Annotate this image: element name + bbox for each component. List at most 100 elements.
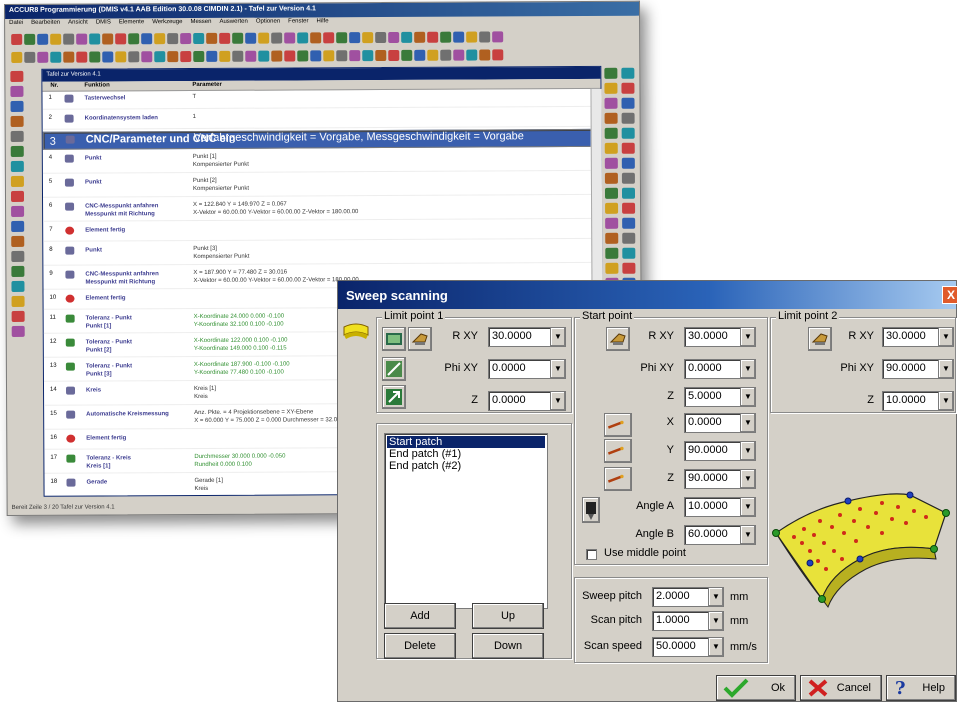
toolbar-tool-icon[interactable] [24, 33, 36, 45]
chevron-down-icon[interactable]: ▼ [708, 587, 724, 607]
toolbox-tool-icon[interactable] [604, 157, 618, 169]
patch-list[interactable]: Start patch End patch (#1) End patch (#2) [384, 433, 548, 609]
toolbox-tool-icon[interactable] [621, 157, 635, 169]
toolbar-tool-icon[interactable] [128, 32, 140, 44]
toolbox-tool-icon[interactable] [604, 172, 618, 184]
toolbar-tool-icon[interactable] [271, 32, 283, 44]
bg-menu-item[interactable]: Ansicht [68, 20, 88, 26]
toolbar-tool-icon[interactable] [492, 30, 504, 42]
patch-list-item[interactable]: End patch (#2) [387, 460, 463, 472]
start-x-select[interactable]: 0.0000 [684, 413, 740, 433]
toolbox-tool-icon[interactable] [10, 145, 24, 157]
cancel-button[interactable]: Cancel [800, 675, 882, 701]
toolbar-tool-icon[interactable] [414, 31, 426, 43]
toolbar-tool-icon[interactable] [180, 50, 192, 62]
program-row[interactable]: 1 Tasterwechsel T [42, 88, 591, 110]
toolbar-tool-icon[interactable] [154, 50, 166, 62]
chevron-down-icon[interactable]: ▼ [740, 327, 756, 347]
delete-button[interactable]: Delete [384, 633, 456, 659]
chevron-down-icon[interactable]: ▼ [550, 359, 566, 379]
sweep-pitch-select[interactable]: 2.0000 [652, 587, 708, 607]
toolbox-tool-icon[interactable] [621, 187, 636, 199]
toolbar-tool-icon[interactable] [167, 32, 179, 44]
bg-menu-item[interactable]: Fenster [288, 18, 308, 24]
toolbar-tool-icon[interactable] [453, 31, 465, 43]
sweep-mode-icon[interactable] [342, 321, 370, 343]
toolbar-tool-icon[interactable] [11, 51, 23, 63]
toolbox-tool-icon[interactable] [10, 85, 24, 97]
toolbar-tool-icon[interactable] [297, 31, 309, 43]
toolbar-tool-icon[interactable] [284, 49, 296, 62]
toolbar-tool-icon[interactable] [453, 49, 465, 61]
chevron-down-icon[interactable]: ▼ [938, 327, 954, 347]
toolbar-tool-icon[interactable] [271, 50, 283, 62]
toolbar-tool-icon[interactable] [63, 33, 75, 45]
toolbar-tool-icon[interactable] [427, 49, 439, 61]
toolbox-tool-icon[interactable] [10, 115, 24, 127]
toolbar-tool-icon[interactable] [141, 32, 153, 44]
bg-menu-item[interactable]: DMIS [96, 19, 111, 25]
scan-speed-select[interactable]: 50.0000 [652, 637, 708, 657]
toolbar-tool-icon[interactable] [102, 50, 114, 62]
surface-icon[interactable] [382, 357, 406, 381]
ok-button[interactable]: Ok [716, 675, 796, 701]
chevron-down-icon[interactable]: ▼ [740, 525, 756, 545]
toolbar-tool-icon[interactable] [427, 31, 439, 43]
toolbar-tool-icon[interactable] [440, 31, 452, 43]
toolbox-tool-icon[interactable] [605, 202, 619, 214]
start-z2-select[interactable]: 90.0000 [684, 469, 740, 489]
toolbox-tool-icon[interactable] [11, 325, 25, 337]
limit1-z-select[interactable]: 0.0000 [488, 391, 550, 411]
arrow-icon[interactable] [382, 385, 406, 409]
close-button[interactable]: X [942, 286, 957, 304]
toolbox-tool-icon[interactable] [604, 67, 618, 79]
chevron-down-icon[interactable]: ▼ [740, 469, 756, 489]
toolbox-tool-icon[interactable] [621, 127, 635, 139]
toolbox-tool-icon[interactable] [605, 217, 619, 229]
program-row[interactable]: 3 CNC/Parameter und CNC ein Verfahrgeschwi… [42, 128, 591, 150]
toolbar-tool-icon[interactable] [76, 51, 88, 63]
toolbar-tool-icon[interactable] [193, 32, 205, 44]
bg-menu-item[interactable]: Auswerten [219, 19, 247, 25]
program-row[interactable]: 7 Element fertig [43, 220, 592, 242]
toolbar-tool-icon[interactable] [349, 49, 361, 61]
bg-menu-item[interactable]: Werkzeuge [152, 19, 182, 25]
toolbox-tool-icon[interactable] [10, 175, 24, 187]
toolbar-tool-icon[interactable] [336, 49, 348, 61]
toolbar-tool-icon[interactable] [349, 31, 361, 43]
toolbar-tool-icon[interactable] [401, 31, 413, 43]
toolbar-tool-icon[interactable] [323, 31, 335, 43]
toolbar-tool-icon[interactable] [37, 33, 49, 45]
program-row[interactable]: 6 CNC-Messpunkt anfahren Messpunkt mit Ri… [43, 196, 592, 222]
program-row[interactable]: 5 Punkt Punkt [2] Kompensierter Punkt [42, 172, 592, 198]
toolbar-tool-icon[interactable] [375, 31, 387, 43]
toolbox-tool-icon[interactable] [605, 232, 619, 244]
chevron-down-icon[interactable]: ▼ [740, 387, 756, 407]
limit2-phixy-select[interactable]: 90.0000 [882, 359, 938, 379]
bg-menu-item[interactable]: Hilfe [317, 18, 329, 24]
toolbar-tool-icon[interactable] [388, 49, 400, 61]
toolbar-tool-icon[interactable] [466, 49, 478, 61]
toolbar-tool-icon[interactable] [180, 32, 192, 44]
toolbar-tool-icon[interactable] [310, 49, 322, 61]
toolbox-tool-icon[interactable] [621, 67, 635, 79]
toolbar-tool-icon[interactable] [206, 50, 218, 62]
bg-menu-item[interactable]: Datei [9, 20, 23, 26]
toolbox-tool-icon[interactable] [604, 127, 618, 139]
chevron-down-icon[interactable]: ▼ [740, 413, 756, 433]
toolbar-tool-icon[interactable] [440, 49, 452, 61]
chevron-down-icon[interactable]: ▼ [708, 637, 724, 657]
start-probe-icon[interactable] [606, 327, 630, 351]
toolbar-tool-icon[interactable] [323, 49, 335, 61]
toolbar-tool-icon[interactable] [11, 33, 23, 45]
program-row[interactable]: 8 Punkt Punkt [3] Kompensierter Punkt [43, 240, 592, 266]
toolbar-tool-icon[interactable] [492, 48, 504, 60]
toolbar-tool-icon[interactable] [258, 50, 270, 62]
toolbox-tool-icon[interactable] [604, 82, 618, 94]
toolbar-tool-icon[interactable] [76, 33, 88, 45]
toolbox-tool-icon[interactable] [11, 310, 25, 322]
toolbox-tool-icon[interactable] [10, 160, 24, 172]
chevron-down-icon[interactable]: ▼ [740, 441, 756, 461]
toolbar-tool-icon[interactable] [232, 50, 244, 62]
toolbox-tool-icon[interactable] [10, 100, 24, 112]
